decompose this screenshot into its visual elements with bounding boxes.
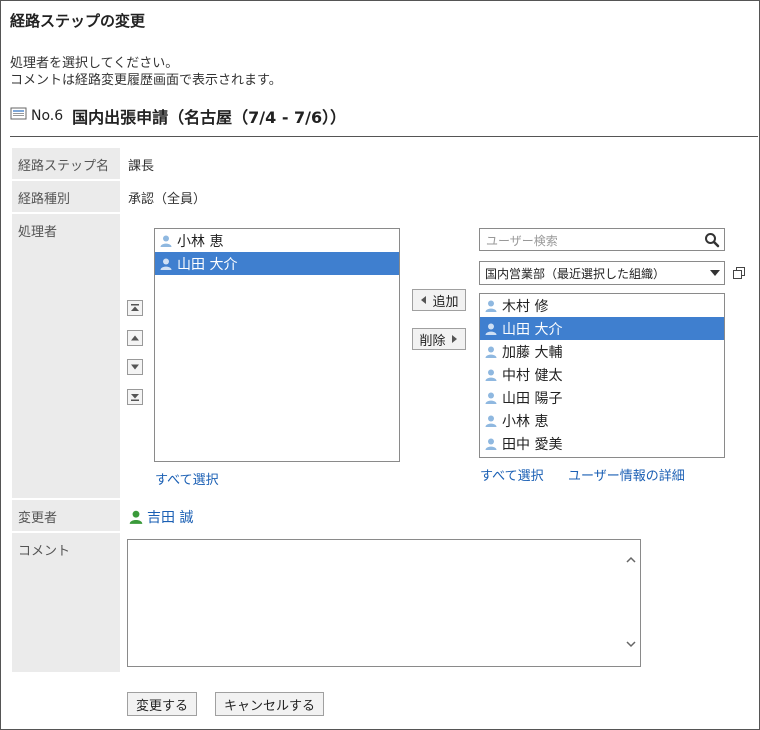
user-icon bbox=[485, 346, 497, 358]
header-divider bbox=[10, 136, 758, 137]
route-type-value: 承認（全員） bbox=[128, 192, 207, 207]
changer-name[interactable]: 吉田 誠 bbox=[147, 507, 193, 527]
organization-select[interactable]: 国内営業部（最近選択した組織） bbox=[479, 261, 725, 285]
user-icon bbox=[485, 438, 497, 450]
user-search-input[interactable] bbox=[484, 230, 698, 251]
remove-button[interactable]: 削除 bbox=[412, 328, 466, 350]
list-item[interactable]: 小林 恵 bbox=[480, 409, 724, 432]
chevron-down-icon bbox=[710, 270, 720, 276]
move-up-button[interactable] bbox=[127, 330, 143, 346]
application-header: No.6 国内出張申請（名古屋（7/4 - 7/6）） bbox=[10, 104, 346, 128]
user-icon bbox=[485, 415, 497, 427]
arrow-right-icon bbox=[451, 335, 457, 343]
user-search[interactable] bbox=[479, 228, 725, 251]
comment-textarea[interactable] bbox=[128, 540, 622, 664]
arrow-left-icon bbox=[421, 296, 427, 304]
comment-label: コメント bbox=[12, 533, 120, 672]
list-item[interactable]: 田中 愛美 bbox=[480, 432, 724, 455]
scroll-down-icon bbox=[626, 641, 636, 648]
list-item[interactable]: 木村 修 bbox=[480, 294, 724, 317]
move-up-icon bbox=[131, 335, 139, 341]
user-icon bbox=[129, 510, 143, 524]
move-down-button[interactable] bbox=[127, 359, 143, 375]
add-button[interactable]: 追加 bbox=[412, 289, 466, 311]
processor-label: 処理者 bbox=[12, 214, 120, 498]
open-window-icon[interactable] bbox=[732, 266, 746, 280]
user-icon bbox=[485, 392, 497, 404]
route-type-label: 経路種別 bbox=[12, 181, 120, 212]
comment-box[interactable] bbox=[127, 539, 641, 667]
list-item[interactable]: 山田 陽子 bbox=[480, 386, 724, 409]
user-icon bbox=[485, 369, 497, 381]
list-item[interactable]: 中村 健太 bbox=[480, 363, 724, 386]
scroll-up-icon bbox=[626, 556, 636, 563]
changer-value[interactable]: 吉田 誠 bbox=[128, 507, 193, 527]
move-down-icon bbox=[131, 364, 139, 370]
move-top-button[interactable] bbox=[127, 300, 143, 316]
changer-label: 変更者 bbox=[12, 500, 120, 531]
application-number: No.6 bbox=[31, 108, 64, 124]
move-top-icon bbox=[131, 304, 139, 311]
comment-scrollbar[interactable] bbox=[622, 540, 640, 666]
list-item-selected[interactable]: 山田 大介 bbox=[155, 252, 399, 275]
list-item[interactable]: 小林 恵 bbox=[155, 229, 399, 252]
list-item[interactable]: 加藤 大輔 bbox=[480, 340, 724, 363]
list-item-selected[interactable]: 山田 大介 bbox=[480, 317, 724, 340]
user-icon bbox=[160, 235, 172, 247]
selected-processors-list[interactable]: 小林 恵 山田 大介 bbox=[154, 228, 400, 462]
user-details-link[interactable]: ユーザー情報の詳細 bbox=[568, 465, 685, 484]
user-icon bbox=[485, 323, 497, 335]
page-title: 経路ステップの変更 bbox=[10, 12, 146, 30]
cancel-button[interactable]: キャンセルする bbox=[215, 692, 324, 716]
submit-button[interactable]: 変更する bbox=[127, 692, 197, 716]
application-title: 国内出張申請（名古屋（7/4 - 7/6）） bbox=[72, 108, 347, 127]
application-icon bbox=[10, 107, 28, 125]
user-icon bbox=[160, 258, 172, 270]
step-name-value: 課長 bbox=[128, 159, 155, 174]
move-bottom-button[interactable] bbox=[127, 389, 143, 405]
user-icon bbox=[485, 300, 497, 312]
description-line-2: コメントは経路変更履歴画面で表示されます。 bbox=[10, 73, 282, 88]
step-name-label: 経路ステップ名 bbox=[12, 148, 120, 179]
move-bottom-icon bbox=[131, 394, 139, 401]
select-all-candidates-link[interactable]: すべて選択 bbox=[480, 465, 544, 484]
candidate-users-list[interactable]: 木村 修 山田 大介 加藤 大輔 中村 健太 山田 陽子 小林 恵 田中 愛美 bbox=[479, 293, 725, 458]
search-icon[interactable] bbox=[704, 232, 720, 248]
select-all-selected-link[interactable]: すべて選択 bbox=[155, 469, 219, 488]
